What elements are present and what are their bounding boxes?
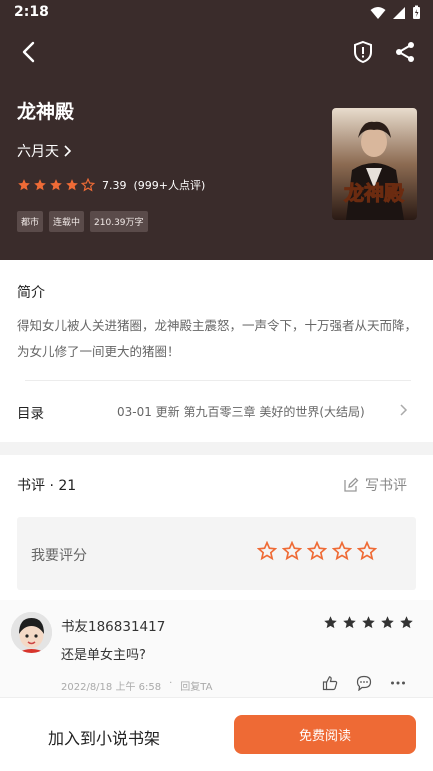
star-filled-icon [343,616,356,629]
avatar[interactable] [11,612,52,653]
rate-star-4-icon[interactable] [332,541,352,561]
avatar-image [11,612,52,653]
battery-icon [413,5,420,19]
cover-title-text: 龙神殿 [344,181,405,205]
write-review-button[interactable]: 写书评 [343,475,407,495]
intro-title: 简介 [17,285,45,301]
reply-link[interactable]: 回复TA [180,678,212,693]
comment-rating [323,615,414,630]
my-rating-box: 我要评分 [17,517,416,590]
commenter-name[interactable]: 书友186831417 [61,615,165,635]
star-filled-icon [50,179,62,191]
nav-bar [0,32,433,72]
status-bar: 2:18 [0,0,433,26]
signal-icon [393,6,405,19]
free-read-button[interactable]: 免费阅读 [234,715,416,754]
author-link[interactable]: 六月天 [17,141,72,161]
book-title: 龙神殿 [17,101,75,123]
like-icon[interactable] [322,675,338,691]
comment-item: 书友186831417 还是单女主吗? 2022/8/18 上午 6:58 · … [0,600,433,700]
rate-star-2-icon[interactable] [282,541,302,561]
write-review-label: 写书评 [365,478,407,494]
rate-star-3-icon[interactable] [307,541,327,561]
comment-date: 2022/8/18 上午 6:58 [61,682,162,693]
share-icon[interactable] [392,39,418,65]
tag-genre[interactable]: 都市 [17,211,44,232]
my-rating-label: 我要评分 [31,548,87,564]
star-filled-icon [18,179,30,191]
comment-actions [322,675,406,691]
reviews-title: 书评 · 21 [17,478,77,494]
add-to-shelf-button[interactable]: 加入到小说书架 [48,725,160,749]
edit-icon [344,477,359,492]
bottom-action-bar: 加入到小说书架 免费阅读 [0,697,433,771]
comment-meta: 2022/8/18 上午 6:58 · 回复TA [61,678,212,693]
star-filled-icon [34,179,46,191]
status-icons [370,5,421,20]
more-icon[interactable] [390,675,406,691]
book-cover[interactable]: 龙神殿 [332,108,417,220]
intro-text: 得知女儿被人关进猪圈，龙神殿主震怒，一声令下，十万强者从天而降，为女儿修了一间更… [17,318,418,359]
divider [25,380,411,381]
cover-art: 龙神殿 [332,108,417,220]
star-empty-icon [81,178,95,192]
report-shield-icon[interactable] [350,39,376,65]
wifi-icon [370,6,386,19]
my-rating-stars [257,541,377,561]
tag-status: 连载中 [49,211,85,232]
book-rating: 7.39 (999+人点评) [17,177,205,193]
chevron-right-icon [64,145,72,157]
star-filled-icon [66,179,78,191]
meta-separator: · [169,678,173,689]
rate-star-1-icon[interactable] [257,541,277,561]
star-filled-icon [324,616,337,629]
status-time: 2:18 [14,4,49,20]
toc-label: 目录 [17,406,44,422]
star-filled-icon [381,616,394,629]
tag-wordcount: 210.39万字 [90,211,148,232]
rating-count: (999+人点评) [133,179,206,192]
book-header: 2:18 龙神殿 六月天 7.39 (999+人点评) 都市 连载中 210.3… [0,0,433,260]
comment-bubble-icon[interactable] [356,675,372,691]
comment-text: 还是单女主吗? [61,648,146,663]
book-detail-screen: 2:18 龙神殿 六月天 7.39 (999+人点评) 都市 连载中 210.3… [0,0,433,771]
star-filled-icon [362,616,375,629]
toc-row[interactable]: 目录 03-01 更新 第九百零三章 美好的世界(大结局) [0,390,433,430]
author-name: 六月天 [17,144,59,160]
rating-score: 7.39 [102,178,127,192]
rate-star-5-icon[interactable] [357,541,377,561]
toc-latest-chapter: 03-01 更新 第九百零三章 美好的世界(大结局) [117,405,365,419]
back-icon[interactable] [14,38,44,66]
star-filled-icon [400,616,413,629]
chevron-right-icon [400,404,408,416]
book-tags: 都市 连载中 210.39万字 [17,211,148,232]
